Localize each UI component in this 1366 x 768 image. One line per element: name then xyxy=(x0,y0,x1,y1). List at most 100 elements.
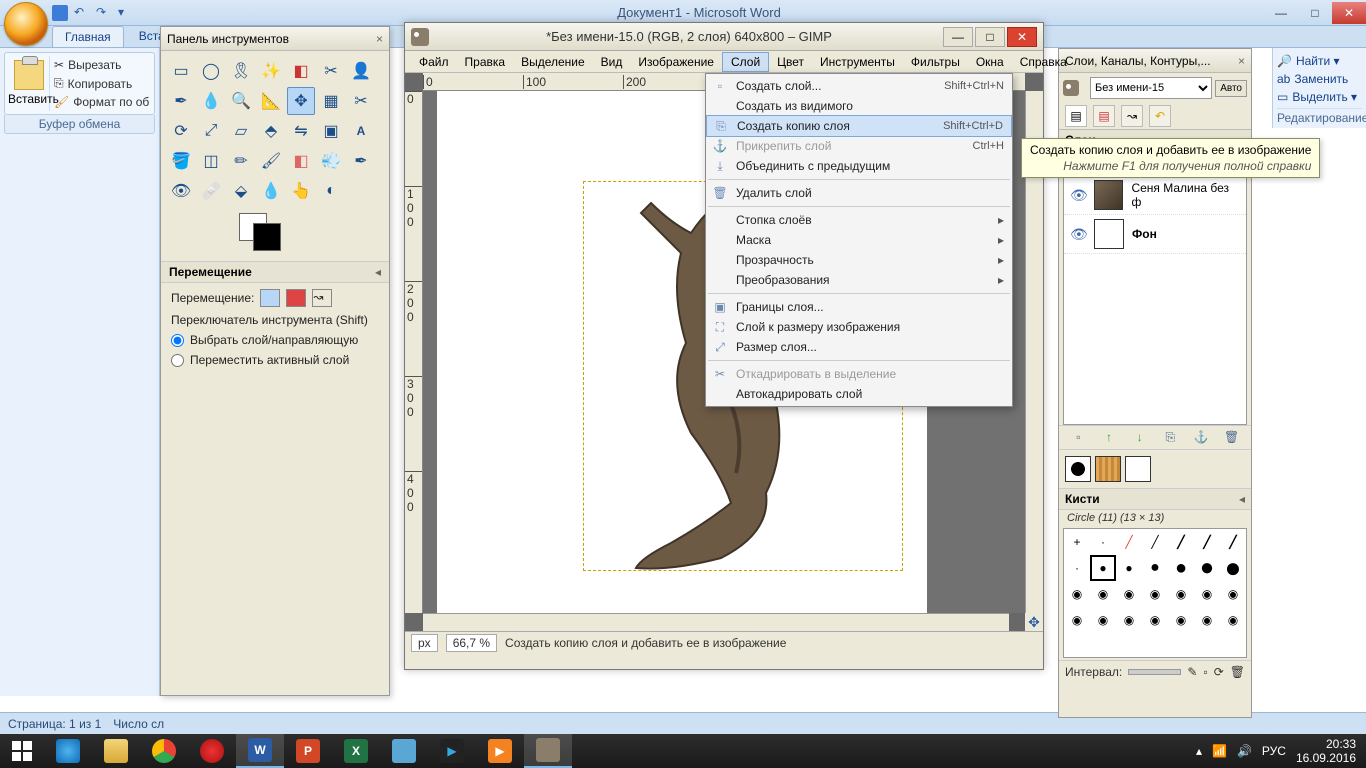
move-path-icon[interactable]: ↝ xyxy=(312,289,332,307)
foreground-select-tool[interactable]: 👤 xyxy=(347,57,375,85)
taskbar-excel[interactable]: X xyxy=(332,734,380,768)
heal-tool[interactable]: 🩹 xyxy=(197,177,225,205)
airbrush-tool[interactable]: 💨 xyxy=(317,147,345,175)
pencil-tool[interactable]: ✏ xyxy=(227,147,255,175)
swatch-wood[interactable] xyxy=(1095,456,1121,482)
menu-layer-to-image[interactable]: ⛶Слой к размеру изображения xyxy=(706,317,1012,337)
tray-lang[interactable]: РУС xyxy=(1262,744,1286,758)
ellipse-select-tool[interactable]: ◯ xyxy=(197,57,225,85)
perspective-tool[interactable]: ⬘ xyxy=(257,117,285,145)
layer-name[interactable]: Сеня Малина без ф xyxy=(1131,181,1240,209)
select-button[interactable]: ▭Выделить ▾ xyxy=(1277,88,1362,106)
format-painter-button[interactable]: 🖌Формат по об xyxy=(54,93,151,111)
word-count[interactable]: Число сл xyxy=(113,717,164,731)
copy-button[interactable]: ⎘Копировать xyxy=(54,74,151,93)
navigation-icon[interactable]: ✥ xyxy=(1025,613,1043,631)
zoom-field[interactable]: 66,7 % xyxy=(446,634,497,652)
taskbar-chrome[interactable] xyxy=(140,734,188,768)
move-selection-icon[interactable] xyxy=(286,289,306,307)
dock-close-icon[interactable]: × xyxy=(1238,54,1245,68)
menu-edit[interactable]: Правка xyxy=(457,53,514,71)
blend-tool[interactable]: ◫ xyxy=(197,147,225,175)
cage-tool[interactable]: ▣ xyxy=(317,117,345,145)
paste-button[interactable]: Вставить xyxy=(8,56,50,111)
dock-titlebar[interactable]: Слои, Каналы, Контуры,... × xyxy=(1059,49,1251,73)
paths-tab-icon[interactable]: ↝ xyxy=(1121,105,1143,127)
layer-name[interactable]: Фон xyxy=(1132,227,1157,241)
menu-autocrop[interactable]: Автокадрировать слой xyxy=(706,384,1012,404)
duplicate-layer-button[interactable]: ⎘ xyxy=(1161,430,1179,445)
taskbar-media1[interactable]: ▶ xyxy=(428,734,476,768)
layers-tab-icon[interactable]: ▤ xyxy=(1065,105,1087,127)
page-status[interactable]: Страница: 1 из 1 xyxy=(8,717,101,731)
find-button[interactable]: 🔎Найти ▾ xyxy=(1277,52,1362,70)
radio-pick-layer[interactable] xyxy=(171,334,184,347)
fuzzy-select-tool[interactable]: ✨ xyxy=(257,57,285,85)
blur-tool[interactable]: 💧 xyxy=(257,177,285,205)
taskbar-explorer[interactable] xyxy=(92,734,140,768)
move-layer-icon[interactable] xyxy=(260,289,280,307)
color-swatches[interactable] xyxy=(161,211,389,261)
menu-transparency[interactable]: Прозрачность▸ xyxy=(706,250,1012,270)
cut-button[interactable]: ✂Вырезать xyxy=(54,56,151,74)
taskbar-ie[interactable] xyxy=(44,734,92,768)
horizontal-scrollbar[interactable] xyxy=(423,613,1009,631)
tray-up-icon[interactable]: ▴ xyxy=(1196,744,1202,758)
dodge-tool[interactable]: ◐ xyxy=(317,177,345,205)
gimp-titlebar[interactable]: *Без имени-15.0 (RGB, 2 слоя) 640x800 – … xyxy=(405,23,1043,51)
vertical-ruler[interactable]: 0100200300400 xyxy=(405,91,423,613)
taskbar-powerpoint[interactable]: P xyxy=(284,734,332,768)
visibility-icon[interactable]: 👁 xyxy=(1070,226,1086,243)
align-tool[interactable]: ▦ xyxy=(317,87,345,115)
by-color-select-tool[interactable]: ◧ xyxy=(287,57,315,85)
undo-tab-icon[interactable]: ↶ xyxy=(1149,105,1171,127)
office-button[interactable] xyxy=(4,2,48,46)
scale-tool[interactable]: ⤢ xyxy=(197,117,225,145)
swatch-black[interactable] xyxy=(1065,456,1091,482)
ink-tool[interactable]: ✒ xyxy=(347,147,375,175)
menu-scale-layer[interactable]: ⤢Размер слоя... xyxy=(706,337,1012,357)
measure-tool[interactable]: 📐 xyxy=(257,87,285,115)
raise-layer-button[interactable]: ↑ xyxy=(1100,430,1118,445)
brush-delete-icon[interactable]: 🗑 xyxy=(1230,665,1245,679)
image-selector[interactable]: Без имени-15 xyxy=(1090,77,1212,99)
visibility-icon[interactable]: 👁 xyxy=(1070,187,1086,204)
shear-tool[interactable]: ▱ xyxy=(227,117,255,145)
crop-tool[interactable]: ✂ xyxy=(347,87,375,115)
redo-icon[interactable]: ↷ xyxy=(96,5,112,21)
taskbar-word[interactable]: W xyxy=(236,734,284,768)
toolbox-close-icon[interactable]: × xyxy=(376,32,383,46)
menu-tools[interactable]: Инструменты xyxy=(812,53,903,71)
bucket-fill-tool[interactable]: 🪣 xyxy=(167,147,195,175)
menu-image[interactable]: Изображение xyxy=(630,53,722,71)
brushes-menu-icon[interactable]: ◂ xyxy=(1239,492,1245,506)
paintbrush-tool[interactable]: 🖌 xyxy=(257,147,285,175)
menu-duplicate-layer[interactable]: ⎘Создать копию слояShift+Ctrl+D xyxy=(706,115,1012,137)
paths-tool[interactable]: ✒ xyxy=(167,87,195,115)
gimp-close-button[interactable]: ✕ xyxy=(1007,27,1037,47)
delete-layer-button[interactable]: 🗑 xyxy=(1223,430,1241,445)
minimize-button[interactable]: — xyxy=(1264,2,1298,24)
tray-volume-icon[interactable]: 🔊 xyxy=(1237,744,1252,758)
brush-edit-icon[interactable]: ✎ xyxy=(1187,665,1197,679)
brush-new-icon[interactable]: ▫ xyxy=(1203,665,1207,679)
auto-button[interactable]: Авто xyxy=(1215,80,1247,97)
tab-home[interactable]: Главная xyxy=(52,26,124,47)
taskbar-calc[interactable] xyxy=(380,734,428,768)
menu-layer[interactable]: Слой xyxy=(722,52,769,72)
menu-help[interactable]: Справка xyxy=(1012,53,1075,71)
menu-mask[interactable]: Маска▸ xyxy=(706,230,1012,250)
unit-selector[interactable]: px xyxy=(411,634,438,652)
radio-move-active[interactable] xyxy=(171,354,184,367)
layer-row-2[interactable]: 👁 Фон xyxy=(1064,215,1246,254)
foreground-color[interactable] xyxy=(253,223,281,251)
anchor-button[interactable]: ⚓ xyxy=(1192,430,1210,445)
menu-filters[interactable]: Фильтры xyxy=(903,53,968,71)
scissors-tool[interactable]: ✂ xyxy=(317,57,345,85)
gimp-maximize-button[interactable]: □ xyxy=(975,27,1005,47)
zoom-tool[interactable]: 🔍 xyxy=(227,87,255,115)
lower-layer-button[interactable]: ↓ xyxy=(1131,430,1149,445)
menu-from-visible[interactable]: Создать из видимого xyxy=(706,96,1012,116)
brush-grid[interactable]: +·╱╱╱╱╱ ·●●●●●● ◉◉◉◉◉◉◉ ◉◉◉◉◉◉◉ xyxy=(1063,528,1247,658)
new-layer-button[interactable]: ▫ xyxy=(1069,430,1087,445)
